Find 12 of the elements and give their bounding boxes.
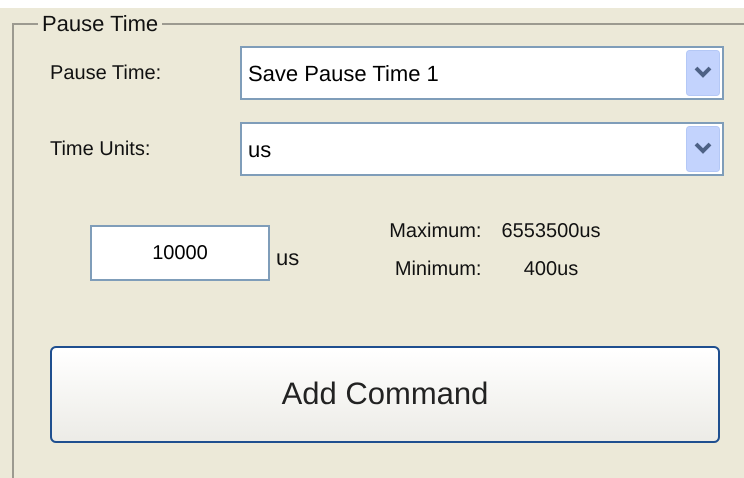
dropdown[interactable]: Save Pause Time 1 xyxy=(240,46,724,100)
limit-label: Maximum: xyxy=(389,219,482,244)
unit-label: us xyxy=(276,244,300,272)
group-title: Pause Time xyxy=(41,12,160,36)
limit-value: 400us xyxy=(522,257,580,282)
time-input[interactable]: 10000 xyxy=(90,225,270,281)
field-label: Time Units: xyxy=(50,137,152,162)
limit-value: 6553500us xyxy=(501,219,600,244)
limit-label: Minimum: xyxy=(394,257,482,282)
field-label: Pause Time: xyxy=(50,61,162,86)
add-command-button[interactable]: Add Command xyxy=(50,346,720,443)
dropdown[interactable]: us xyxy=(240,122,724,176)
